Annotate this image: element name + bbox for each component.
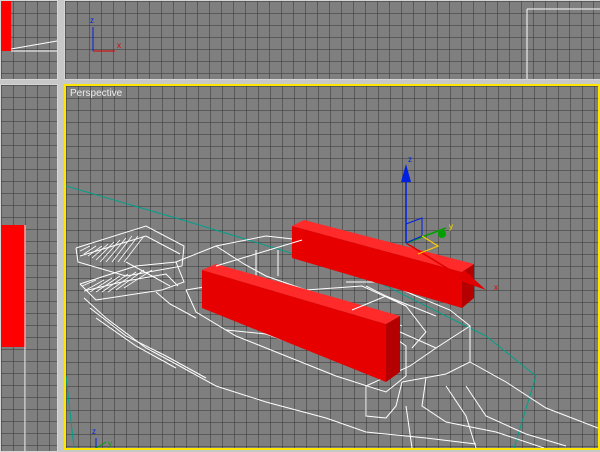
gizmo-z-label: z — [408, 155, 412, 164]
axis-tripod-icon: z y — [92, 427, 112, 448]
selected-object-slice — [1, 1, 11, 51]
viewport-front[interactable]: z x — [64, 0, 600, 80]
viewport-perspective[interactable]: Perspective z y x z y — [64, 84, 600, 450]
perspective-scene: z y x z y — [66, 155, 598, 448]
gizmo-y-label: y — [449, 222, 453, 231]
3d-modeling-workspace: z x Perspective z y x z y — [0, 0, 600, 452]
gizmo-x-label: x — [494, 283, 498, 292]
axis-x-label: x — [117, 41, 121, 50]
top-left-viewport-content — [1, 1, 57, 52]
viewport-top-left[interactable] — [0, 0, 58, 80]
tripod-z-label: z — [92, 427, 96, 436]
axis-tripod-icon: z x — [90, 16, 121, 52]
viewport-left[interactable] — [0, 84, 58, 452]
axis-z-label: z — [90, 16, 94, 25]
left-viewport-content — [1, 225, 26, 451]
wireframe-edge — [10, 40, 57, 50]
tripod-y-label: y — [108, 439, 112, 448]
front-viewport-content: z x — [90, 8, 600, 79]
ground-edge — [66, 375, 75, 448]
selected-object-slice — [1, 225, 25, 347]
